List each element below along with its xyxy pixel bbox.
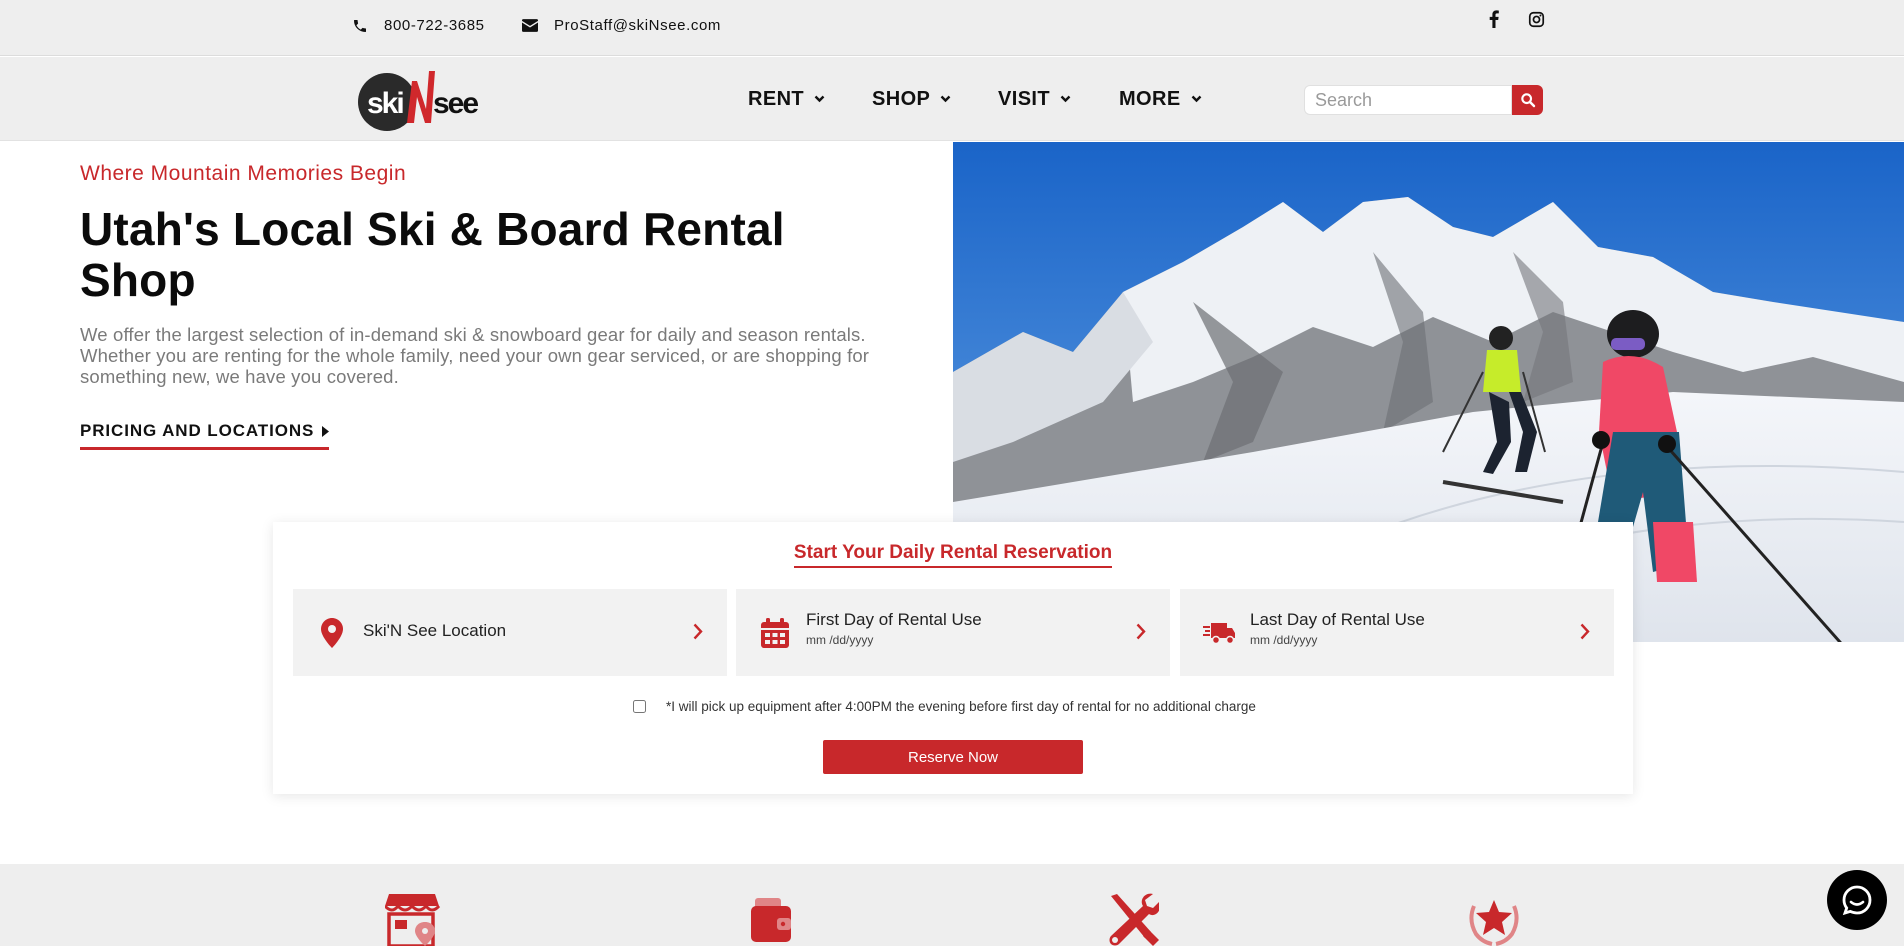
svg-text:ski: ski <box>367 87 403 120</box>
last-day-date-placeholder: mm /dd/yyyy <box>1250 633 1318 647</box>
last-day-label: Last Day of Rental Use <box>1250 610 1425 629</box>
nav-visit[interactable]: VISIT <box>998 57 1071 141</box>
chevron-down-icon <box>814 95 825 103</box>
search-input[interactable] <box>1304 85 1512 115</box>
nav-rent-label: RENT <box>748 87 805 110</box>
evening-pickup-text: *I will pick up equipment after 4:00PM t… <box>666 699 1256 714</box>
nav-more[interactable]: MORE <box>1119 57 1202 141</box>
nav-rent[interactable]: RENT <box>748 57 825 141</box>
email-address: ProStaff@skiNsee.com <box>554 17 722 34</box>
contact-bar: 800-722-3685 ProStaff@skiNsee.com <box>0 0 1904 56</box>
pricing-link-label: PRICING AND LOCATIONS <box>80 421 315 440</box>
envelope-icon <box>522 19 538 32</box>
wallet-icon <box>745 892 801 946</box>
chevron-down-icon <box>1060 95 1071 103</box>
location-selector[interactable]: Ski'N See Location <box>293 589 727 676</box>
phone-number: 800-722-3685 <box>384 17 485 34</box>
svg-text:see: see <box>433 87 478 120</box>
hero-tagline: Where Mountain Memories Begin <box>80 162 407 185</box>
features-strip <box>0 864 1904 948</box>
calendar-icon <box>758 616 792 650</box>
site-logo[interactable]: ski see <box>355 67 495 131</box>
phone-icon <box>354 19 366 32</box>
location-label: Ski'N See Location <box>363 621 507 640</box>
last-day-selector[interactable]: Last Day of Rental Use mm /dd/yyyy <box>1180 589 1614 676</box>
caret-right-icon <box>322 426 330 437</box>
reserve-now-button[interactable]: Reserve Now <box>823 740 1083 774</box>
tools-icon <box>1103 892 1161 946</box>
delivery-truck-icon <box>1202 616 1236 650</box>
nav-more-label: MORE <box>1119 87 1181 110</box>
first-day-date-placeholder: mm /dd/yyyy <box>806 633 874 647</box>
map-pin-icon <box>315 616 349 650</box>
store-location-icon <box>383 892 441 948</box>
hero-description: We offer the largest selection of in-dem… <box>80 324 870 387</box>
main-header: ski see RENT SHOP VISIT MORE <box>0 57 1904 141</box>
search-button[interactable] <box>1512 85 1543 115</box>
email-contact[interactable]: ProStaff@skiNsee.com <box>522 17 721 34</box>
chat-widget-button[interactable] <box>1827 870 1887 930</box>
evening-pickup-checkbox[interactable] <box>633 700 646 713</box>
chat-bubble-icon <box>1842 885 1872 916</box>
award-star-icon <box>1466 892 1522 946</box>
search-icon <box>1520 93 1535 108</box>
chevron-right-icon <box>693 623 703 640</box>
reservation-card: Start Your Daily Rental Reservation Ski'… <box>273 522 1633 794</box>
chevron-right-icon <box>1580 623 1590 640</box>
nav-shop[interactable]: SHOP <box>872 57 951 141</box>
evening-pickup-option[interactable]: *I will pick up equipment after 4:00PM t… <box>633 699 1256 714</box>
nav-shop-label: SHOP <box>872 87 931 110</box>
chevron-right-icon <box>1136 623 1146 640</box>
instagram-icon[interactable] <box>1525 8 1547 30</box>
reservation-title-wrap: Start Your Daily Rental Reservation <box>273 542 1633 568</box>
hero-title: Utah's Local Ski & Board Rental Shop <box>80 203 785 306</box>
phone-contact[interactable]: 800-722-3685 <box>352 17 485 34</box>
pricing-locations-link[interactable]: PRICING AND LOCATIONS <box>80 421 330 450</box>
chevron-down-icon <box>1191 95 1201 103</box>
first-day-selector[interactable]: First Day of Rental Use mm /dd/yyyy <box>736 589 1170 676</box>
first-day-label: First Day of Rental Use <box>806 610 982 629</box>
facebook-icon[interactable] <box>1483 8 1505 30</box>
reservation-title: Start Your Daily Rental Reservation <box>793 542 1113 568</box>
nav-visit-label: VISIT <box>998 87 1051 110</box>
chevron-down-icon <box>940 95 951 103</box>
